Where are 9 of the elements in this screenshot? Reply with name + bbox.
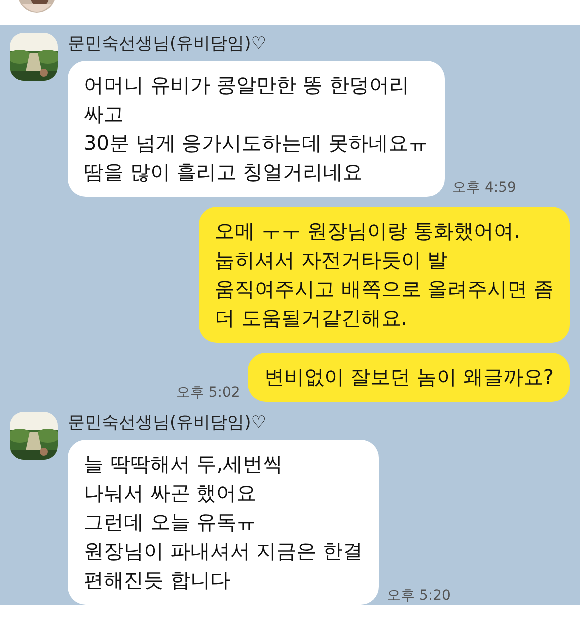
- sender-name: 문민숙선생님(유비담임)♡: [68, 33, 268, 55]
- message-bubble: 오메 ㅜㅜ 원장님이랑 통화했어여. 눕히셔서 자전거타듯이 발 움직여주시고 배쪽으로 올려주시면 좀 더 도움될거같긴해요.: [198, 207, 570, 343]
- message-time: 오후 5:02: [176, 384, 240, 402]
- sender-name: 문민숙선생님(유비담임)♡: [68, 412, 268, 434]
- message-bubble: 늘 딱딱해서 두,세번씩 나눠서 싸곤 했어요 그런데 오늘 유독ㅠ 원장님이 파내셔서 지금은 한결 편해진듯 합니다: [68, 440, 380, 605]
- message-time: 오후 5:20: [387, 587, 451, 605]
- message-bubble: 변비없이 잘보던 놈이 왜글까요?: [248, 353, 570, 402]
- message-bubble: 어머니 유비가 콩알만한 똥 한덩어리 싸고 30분 넘게 응가시도하는데 못하네요ㅠ 땀을 많이 흘리고 칭얼거리네요: [68, 61, 445, 197]
- message-time: 오후 4:59: [452, 179, 516, 197]
